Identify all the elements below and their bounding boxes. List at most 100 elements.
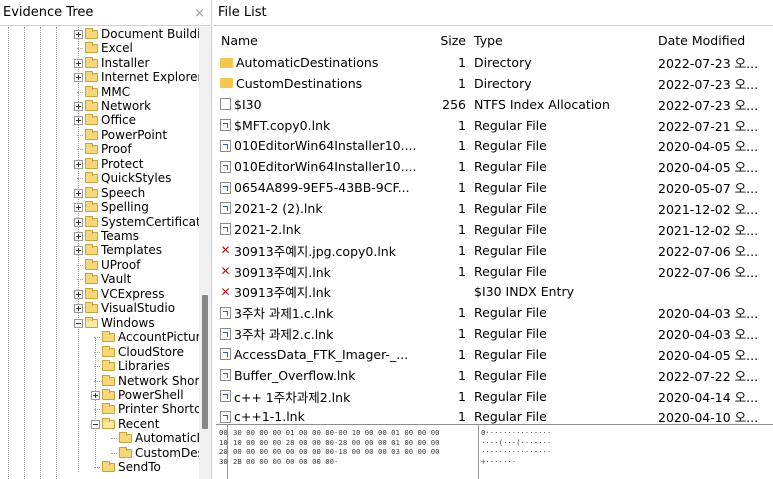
tree-node[interactable]: Internet Explorer	[74, 70, 199, 84]
tree-node[interactable]: MMC	[74, 85, 130, 99]
expand-plus-icon[interactable]	[74, 73, 83, 83]
tree-scrollbar-thumb[interactable]	[202, 295, 208, 429]
evidence-tree[interactable]: Document Buildi Excel Installer Internet Ex…	[0, 27, 199, 479]
collapse-minus-icon[interactable]	[91, 419, 100, 429]
collapse-minus-icon[interactable]	[74, 318, 83, 328]
file-row[interactable]: Buffer_Overflow.lnk 1 Regular File 2022-07-…	[213, 365, 773, 386]
expand-plus-icon[interactable]	[74, 29, 83, 39]
tree-node[interactable]: QuickStyles	[74, 172, 171, 186]
expand-plus-icon[interactable]	[74, 188, 83, 198]
file-date-modified: 2022-07-06 오...	[658, 264, 759, 280]
column-header-date-modified[interactable]: Date Modified	[658, 33, 773, 48]
hex-lines: 00 30 00 00 00 01 00 00 00-00 10 00 00 01…	[216, 428, 773, 466]
tree-node[interactable]: SendTo	[91, 461, 161, 475]
shortcut-icon	[220, 202, 231, 215]
folder-icon	[102, 417, 115, 429]
folder-icon	[85, 302, 98, 314]
tree-node[interactable]: SystemCertificat	[74, 215, 199, 229]
file-name: 2021-2 (2).lnk	[234, 200, 323, 216]
file-row[interactable]: $I30 256 NTFS Index Allocation 2022-07-23 오…	[213, 94, 773, 115]
tree-node[interactable]: UProof	[74, 258, 140, 272]
file-row[interactable]: 3주차 과제1.c.lnk 1 Regular File 2020-04-03 오..…	[213, 302, 773, 323]
expand-plus-icon[interactable]	[74, 101, 83, 111]
file-size: 1	[458, 138, 466, 154]
file-row[interactable]: c++ 1주차과제2.lnk 1 Regular File 2020-04-14 오.…	[213, 386, 773, 407]
evidence-tree-pane: Evidence Tree × Document Buildi Excel Inst…	[0, 0, 212, 479]
file-name-cell: $MFT.copy0.lnk	[220, 118, 435, 133]
file-row[interactable]: $MFT.copy0.lnk 1 Regular File 2022-07-21 오.…	[213, 115, 773, 136]
expand-plus-icon[interactable]	[74, 58, 83, 68]
tree-node[interactable]: PowerShell	[91, 388, 184, 402]
tree-node[interactable]: Excel	[74, 41, 133, 55]
tree-node[interactable]: Printer Shortc	[91, 403, 199, 417]
tree-node[interactable]: Network Shor	[91, 374, 199, 388]
tree-node-label: CloudStore	[118, 344, 184, 359]
expand-plus-icon[interactable]	[74, 217, 83, 227]
tree-node[interactable]: Office	[74, 114, 136, 128]
tree-node[interactable]: Proof	[74, 143, 132, 157]
file-name: $MFT.copy0.lnk	[234, 117, 331, 133]
expand-plus-icon[interactable]	[74, 116, 83, 126]
tree-node[interactable]: Network	[74, 99, 151, 113]
file-size: 1	[458, 75, 466, 91]
file-row[interactable]: 010EditorWin64Installer10.... 1 Regular Fi…	[213, 135, 773, 156]
tree-node[interactable]: Libraries	[91, 359, 170, 373]
file-type: Regular File	[474, 388, 547, 404]
file-name: AccessData_FTK_Imager-_...	[234, 346, 409, 362]
shortcut-icon	[220, 410, 231, 423]
tree-connector	[77, 264, 83, 266]
tree-node[interactable]: Installer	[74, 56, 149, 70]
file-name-cell: 0654A899-9EF5-43BB-9CF...	[220, 180, 435, 195]
tree-node[interactable]: Spelling	[74, 200, 149, 214]
file-row[interactable]: ✕ 30913주예지.lnk 1 Regular File 2022-07-06 오..…	[213, 261, 773, 282]
tree-node[interactable]: AutomaticD	[108, 432, 199, 446]
close-icon[interactable]: ×	[194, 6, 205, 21]
file-name: 3주차 과제1.c.lnk	[234, 306, 334, 322]
file-row[interactable]: CustomDestinations 1 Directory 2022-07-23 오…	[213, 73, 773, 94]
column-header-size[interactable]: Size	[433, 33, 466, 48]
tree-node[interactable]: Protect	[74, 157, 143, 171]
file-type: Regular File	[474, 117, 547, 133]
column-header-type[interactable]: Type	[474, 33, 654, 48]
folder-icon	[85, 244, 98, 256]
expand-plus-icon[interactable]	[74, 232, 83, 242]
tree-node[interactable]: Vault	[74, 273, 131, 287]
shortcut-icon	[220, 369, 231, 382]
expand-plus-icon[interactable]	[91, 390, 100, 400]
tree-node[interactable]: CustomDes	[108, 446, 199, 460]
hex-ascii: 0···············	[481, 428, 552, 437]
file-row[interactable]: 0654A899-9EF5-43BB-9CF... 1 Regular File 20…	[213, 177, 773, 198]
evidence-tree-header: Evidence Tree ×	[0, 0, 211, 26]
file-row[interactable]: 3주차 과제2.c.lnk 1 Regular File 2020-04-03 오..…	[213, 323, 773, 344]
hex-view[interactable]: 00 30 00 00 00 01 00 00 00-00 10 00 00 01…	[216, 424, 773, 479]
tree-node[interactable]: Speech	[74, 186, 145, 200]
file-row[interactable]: c++1-1.lnk 1 Regular File 2020-04-10 오...	[213, 406, 773, 424]
expand-plus-icon[interactable]	[74, 304, 83, 314]
tree-node[interactable]: Document Buildi	[74, 27, 199, 41]
file-row[interactable]: ✕ 30913주예지.lnk $I30 INDX Entry	[213, 281, 773, 302]
file-row[interactable]: 010EditorWin64Installer10.... 1 Regular Fi…	[213, 156, 773, 177]
column-header-name[interactable]: Name	[221, 33, 436, 48]
tree-node[interactable]: CloudStore	[91, 345, 184, 359]
file-list-rows: AutomaticDestinations 1 Directory 2022-07-2…	[213, 52, 773, 424]
tree-node[interactable]: PowerPoint	[74, 128, 167, 142]
expand-plus-icon[interactable]	[74, 289, 83, 299]
file-row[interactable]: ✕ 30913주예지.jpg.copy0.lnk 1 Regular File 2022…	[213, 240, 773, 261]
expand-plus-icon[interactable]	[74, 159, 83, 169]
tree-node[interactable]: Windows	[74, 316, 155, 330]
tree-node[interactable]: Teams	[74, 229, 139, 243]
file-date-modified: 2020-04-05 오...	[658, 347, 759, 363]
tree-node[interactable]: VisualStudio	[74, 302, 175, 316]
tree-node[interactable]: Recent	[91, 417, 159, 431]
expand-plus-icon[interactable]	[74, 203, 83, 213]
file-row[interactable]: AutomaticDestinations 1 Directory 2022-07-2…	[213, 52, 773, 73]
file-row[interactable]: 2021-2 (2).lnk 1 Regular File 2021-12-02 오.…	[213, 198, 773, 219]
file-row[interactable]: 2021-2.lnk 1 Regular File 2021-12-02 오...	[213, 219, 773, 240]
tree-vertical-scrollbar[interactable]	[199, 27, 211, 479]
tree-node[interactable]: Templates	[74, 244, 162, 258]
folder-icon	[220, 57, 233, 68]
expand-plus-icon[interactable]	[74, 246, 83, 256]
tree-node[interactable]: AccountPictur	[91, 330, 199, 344]
file-row[interactable]: AccessData_FTK_Imager-_... 1 Regular File 2…	[213, 344, 773, 365]
tree-node[interactable]: VCExpress	[74, 287, 164, 301]
